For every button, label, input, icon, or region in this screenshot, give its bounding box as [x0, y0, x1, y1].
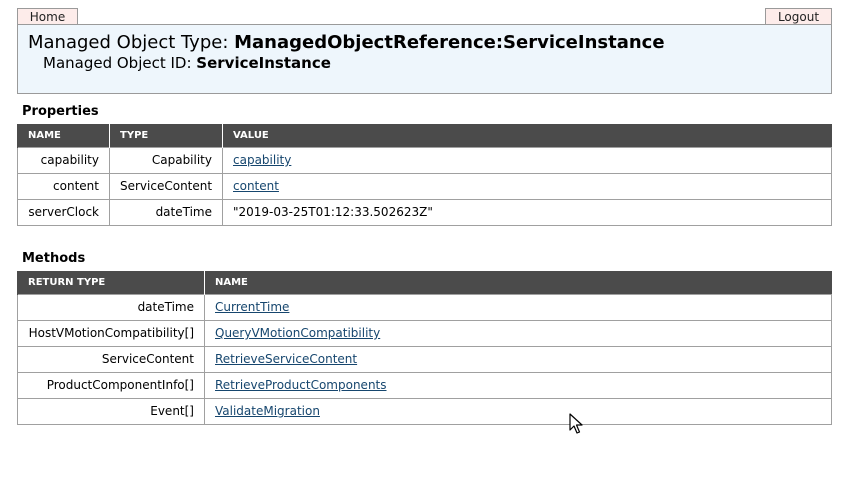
- id-prefix: Managed Object ID:: [43, 54, 197, 72]
- properties-table: NAME TYPE VALUE capability Capability ca…: [17, 124, 832, 226]
- type-value: ManagedObjectReference:ServiceInstance: [234, 32, 665, 53]
- method-return-type: dateTime: [17, 293, 205, 321]
- methods-header-row: RETURN TYPE NAME: [17, 271, 832, 294]
- home-tab[interactable]: Home: [17, 8, 78, 25]
- table-row: ProductComponentInfo[] RetrieveProductCo…: [17, 371, 832, 399]
- table-row: Event[] ValidateMigration: [17, 397, 832, 425]
- property-value-cell: capability: [222, 146, 832, 174]
- mouse-cursor-icon: [569, 413, 583, 434]
- property-value-cell: content: [222, 172, 832, 200]
- properties-title: Properties: [22, 104, 99, 119]
- column-header: RETURN TYPE: [17, 271, 205, 294]
- property-value: "2019-03-25T01:12:33.502623Z": [222, 198, 832, 226]
- method-link[interactable]: RetrieveProductComponents: [215, 378, 387, 392]
- managed-object-id: Managed Object ID: ServiceInstance: [43, 54, 331, 72]
- property-value-link[interactable]: content: [233, 179, 279, 193]
- property-name: serverClock: [17, 198, 110, 226]
- method-name-cell: RetrieveProductComponents: [204, 371, 832, 399]
- method-return-type: ProductComponentInfo[]: [17, 371, 205, 399]
- table-row: ServiceContent RetrieveServiceContent: [17, 345, 832, 373]
- method-return-type: HostVMotionCompatibility[]: [17, 319, 205, 347]
- property-type: ServiceContent: [109, 172, 223, 200]
- table-row: HostVMotionCompatibility[] QueryVMotionC…: [17, 319, 832, 347]
- method-return-type: Event[]: [17, 397, 205, 425]
- method-link[interactable]: QueryVMotionCompatibility: [215, 326, 380, 340]
- column-header: NAME: [204, 271, 832, 294]
- method-name-cell: RetrieveServiceContent: [204, 345, 832, 373]
- method-return-type: ServiceContent: [17, 345, 205, 373]
- method-name-cell: QueryVMotionCompatibility: [204, 319, 832, 347]
- table-row: content ServiceContent content: [17, 172, 832, 200]
- methods-table: RETURN TYPE NAME dateTime CurrentTime Ho…: [17, 271, 832, 425]
- property-name: capability: [17, 146, 110, 174]
- object-header: Managed Object Type: ManagedObjectRefere…: [17, 24, 832, 94]
- property-name: content: [17, 172, 110, 200]
- column-header: NAME: [17, 124, 110, 147]
- method-name-cell: CurrentTime: [204, 293, 832, 321]
- method-link[interactable]: ValidateMigration: [215, 404, 320, 418]
- logout-tab[interactable]: Logout: [765, 8, 832, 25]
- method-link[interactable]: CurrentTime: [215, 300, 289, 314]
- property-type: Capability: [109, 146, 223, 174]
- column-header: TYPE: [109, 124, 223, 147]
- column-header: VALUE: [222, 124, 832, 147]
- table-row: serverClock dateTime "2019-03-25T01:12:3…: [17, 198, 832, 226]
- type-prefix: Managed Object Type:: [28, 32, 235, 53]
- properties-header-row: NAME TYPE VALUE: [17, 124, 832, 147]
- method-link[interactable]: RetrieveServiceContent: [215, 352, 357, 366]
- property-type: dateTime: [109, 198, 223, 226]
- methods-title: Methods: [22, 251, 86, 266]
- table-row: dateTime CurrentTime: [17, 293, 832, 321]
- id-value: ServiceInstance: [196, 54, 331, 72]
- method-name-cell: ValidateMigration: [204, 397, 832, 425]
- table-row: capability Capability capability: [17, 146, 832, 174]
- property-value-link[interactable]: capability: [233, 153, 291, 167]
- managed-object-type: Managed Object Type: ManagedObjectRefere…: [28, 32, 665, 53]
